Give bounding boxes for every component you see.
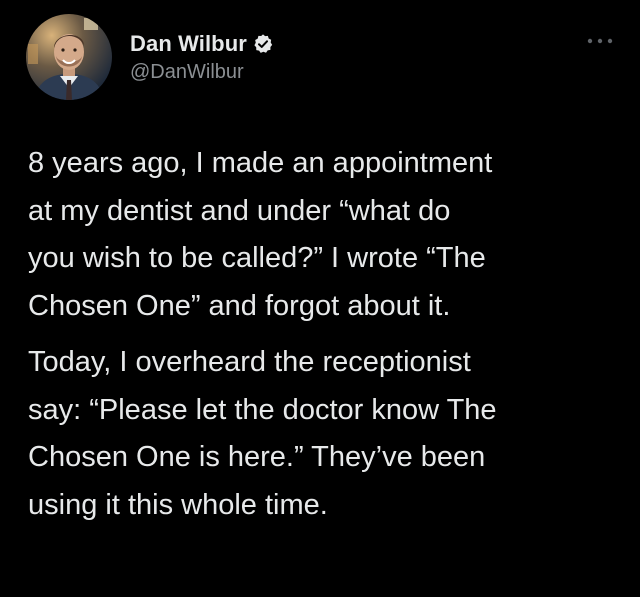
verified-badge-icon: [254, 34, 273, 53]
tweet: Dan Wilbur @DanWilbur 8 years ago, I mad…: [0, 0, 640, 597]
author-handle[interactable]: @DanWilbur: [130, 61, 274, 84]
author-names: Dan Wilbur @DanWilbur: [130, 29, 274, 84]
tweet-paragraph-1: 8 years ago, I made an appointment at my…: [28, 147, 493, 322]
avatar-photo: [26, 14, 112, 100]
tweet-header: Dan Wilbur @DanWilbur: [26, 14, 626, 104]
tweet-text: 8 years ago, I made an appointment at my…: [28, 140, 618, 529]
tweet-paragraph-2: Today, I overheard the receptionist say:…: [28, 346, 497, 521]
display-name[interactable]: Dan Wilbur: [130, 31, 247, 57]
avatar[interactable]: [26, 14, 112, 100]
more-horizontal-icon[interactable]: [586, 36, 614, 46]
display-name-row: Dan Wilbur: [130, 29, 274, 59]
